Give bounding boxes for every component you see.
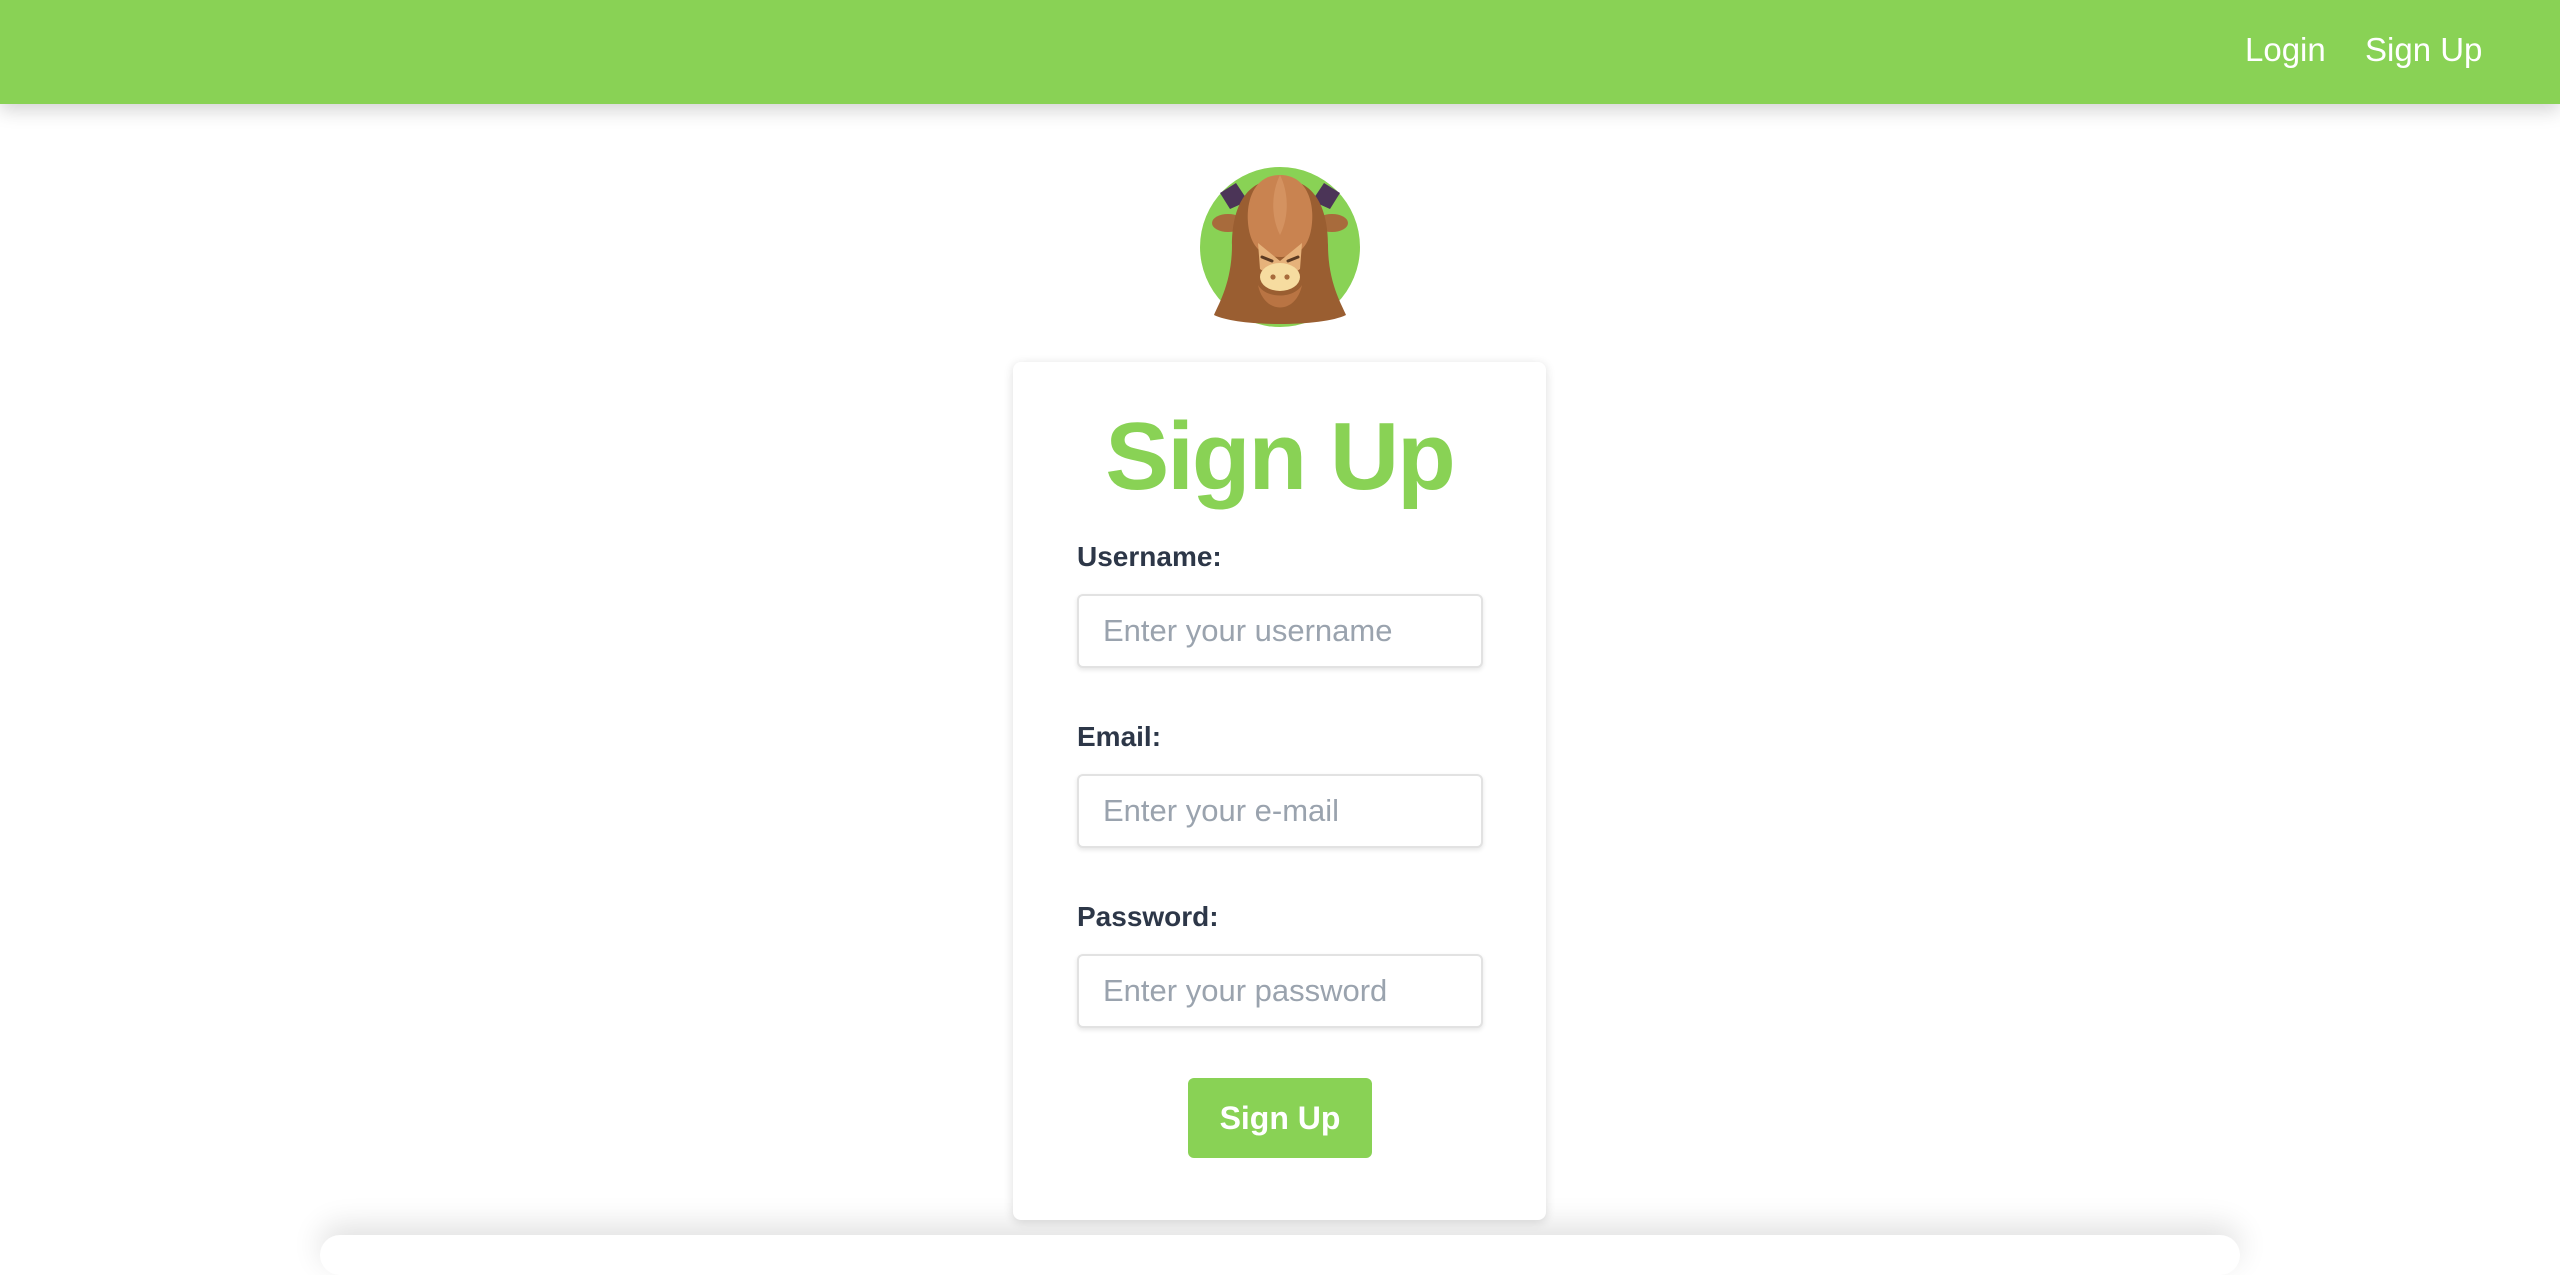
signup-card: Sign Up Username: Email: Password: Sign … xyxy=(1013,362,1546,1220)
top-navbar: Login Sign Up xyxy=(0,0,2560,104)
email-input[interactable] xyxy=(1077,774,1483,848)
nav-signup-link[interactable]: Sign Up xyxy=(2365,0,2482,104)
footer-panel-edge xyxy=(320,1235,2240,1275)
yak-avatar-icon xyxy=(1198,165,1362,329)
page-title: Sign Up xyxy=(1105,403,1456,510)
password-label: Password: xyxy=(1077,901,1219,932)
email-label: Email: xyxy=(1077,721,1162,752)
password-input[interactable] xyxy=(1077,954,1483,1028)
nav-login-link[interactable]: Login xyxy=(2245,0,2326,104)
username-label: Username: xyxy=(1077,541,1222,572)
signup-submit-button[interactable]: Sign Up xyxy=(1188,1078,1372,1158)
username-input[interactable] xyxy=(1077,594,1483,668)
